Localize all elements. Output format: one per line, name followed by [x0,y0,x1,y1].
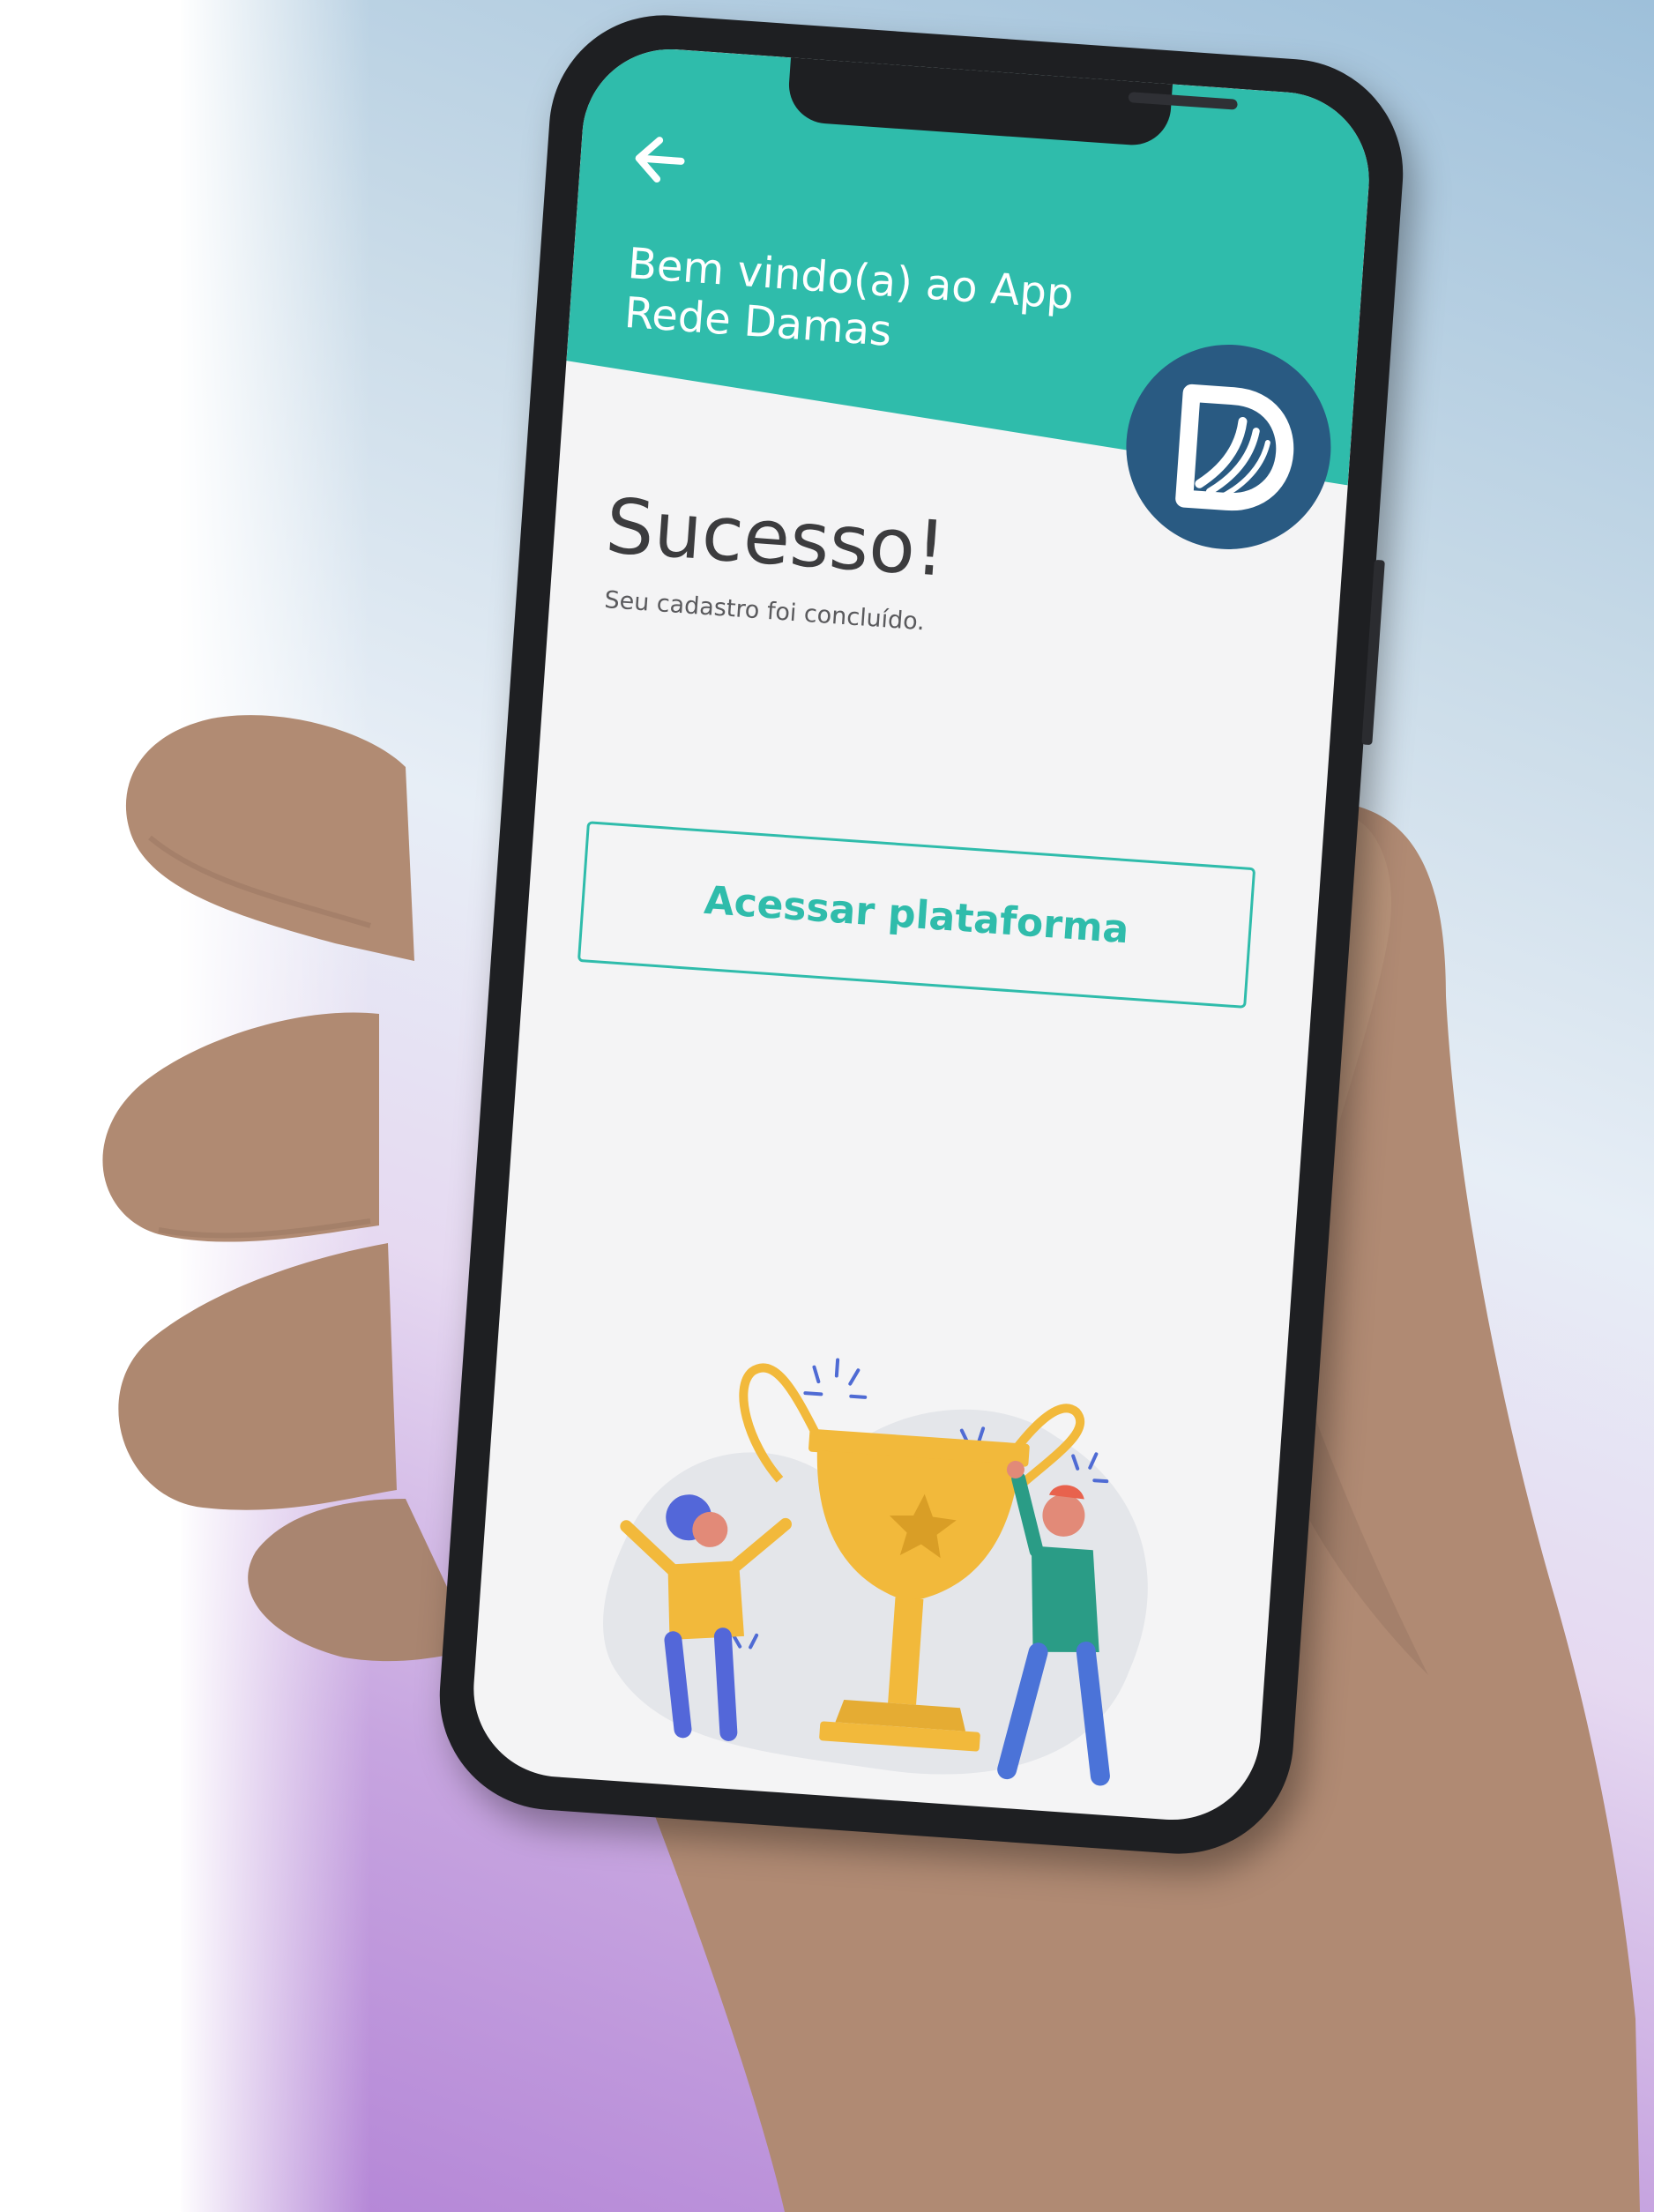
success-title: Sucesso! [602,482,949,594]
arrow-left-icon[interactable] [629,131,694,189]
trophy-celebration-illustration-icon [603,1358,1148,1786]
phone-mockup-scene: Bem vindo(a) ao App Rede Damas Sucesso! … [0,0,1654,2212]
rede-damas-logo-icon [1119,338,1338,556]
success-subtitle: Seu cadastro foi concluído. [603,586,926,637]
access-platform-button[interactable]: Acessar plataforma [577,821,1256,1009]
app-screen: Bem vindo(a) ao App Rede Damas Sucesso! … [467,43,1375,1826]
phone-device: Bem vindo(a) ao App Rede Damas Sucesso! … [432,7,1411,1862]
